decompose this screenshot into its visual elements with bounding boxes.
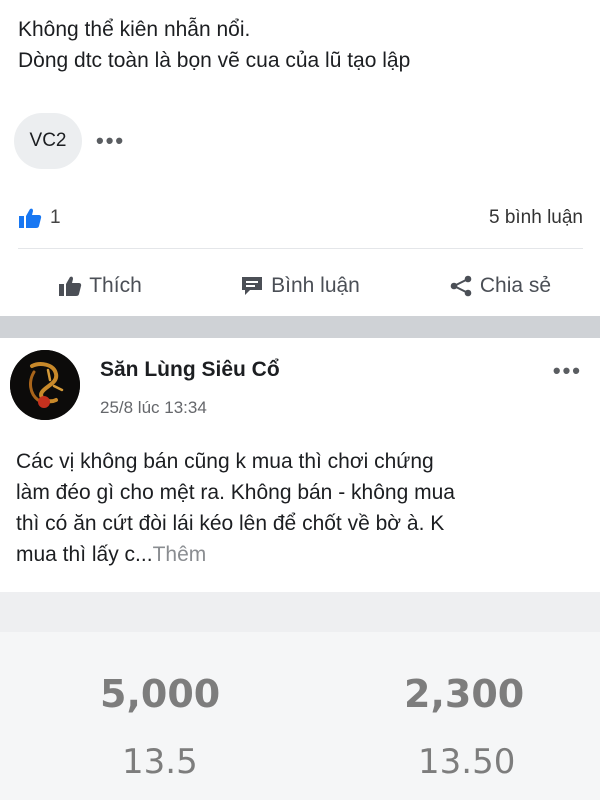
image-preview[interactable]: 5,000 2,300 13.5 13.50	[0, 592, 600, 800]
author-name[interactable]: Săn Lùng Siêu Cổ	[100, 358, 280, 382]
preview-sub-right: 13.50	[418, 742, 516, 782]
like-button[interactable]: Thích	[0, 262, 200, 310]
comment-count[interactable]: 5 bình luận	[489, 207, 583, 229]
post-text: Không thể kiên nhẫn nổi. Dòng dtc toàn l…	[18, 14, 583, 76]
avatar-logo-icon	[10, 350, 80, 420]
like-button-label: Thích	[89, 274, 142, 297]
like-count: 1	[50, 207, 61, 228]
action-bar: Thích Bình luận Chia sẻ	[0, 262, 600, 310]
post-separator	[0, 316, 600, 338]
post-text-line: Dòng dtc toàn là bọn vẽ cua của lũ tạo l…	[18, 49, 411, 72]
share-button-label: Chia sẻ	[479, 274, 552, 297]
post-timestamp[interactable]: 25/8 lúc 13:34	[100, 398, 207, 418]
post-body-line: mua thì lấy c...Thêm	[16, 539, 586, 570]
preview-band	[0, 592, 600, 632]
more-icon[interactable]: •••	[553, 358, 582, 384]
tag-row: VC2 •••	[14, 113, 125, 169]
divider	[18, 248, 583, 249]
reaction-bar: 1 5 bình luận	[18, 200, 583, 236]
share-button[interactable]: Chia sẻ	[400, 262, 600, 310]
post-header: Săn Lùng Siêu Cổ 25/8 lúc 13:34 •••	[10, 350, 590, 430]
avatar[interactable]	[10, 350, 80, 420]
thumbs-up-icon	[59, 276, 82, 296]
thumbs-up-icon	[19, 208, 42, 228]
like-summary[interactable]: 1	[18, 207, 61, 229]
preview-value-right: 2,300	[404, 672, 525, 716]
post-body-last: mua thì lấy c...	[16, 543, 153, 566]
more-icon[interactable]: •••	[96, 130, 125, 152]
post-body-line: Các vị không bán cũng k mua thì chơi chứ…	[16, 450, 434, 473]
share-icon	[450, 275, 472, 297]
post-body-line: thì có ăn cứt đòi lái kéo lên để chốt về…	[16, 512, 445, 535]
preview-value-left: 5,000	[100, 672, 221, 716]
comment-icon	[242, 277, 263, 295]
post-body: Các vị không bán cũng k mua thì chơi chứ…	[16, 446, 586, 570]
preview-sub-left: 13.5	[122, 742, 198, 782]
post-text-line: Không thể kiên nhẫn nổi.	[18, 18, 251, 41]
comment-button[interactable]: Bình luận	[200, 262, 400, 310]
see-more-link[interactable]: Thêm	[153, 543, 207, 566]
post-body-line: làm đéo gì cho mệt ra. Không bán - không…	[16, 481, 455, 504]
comment-button-label: Bình luận	[271, 274, 360, 297]
tag-chip[interactable]: VC2	[14, 113, 82, 169]
